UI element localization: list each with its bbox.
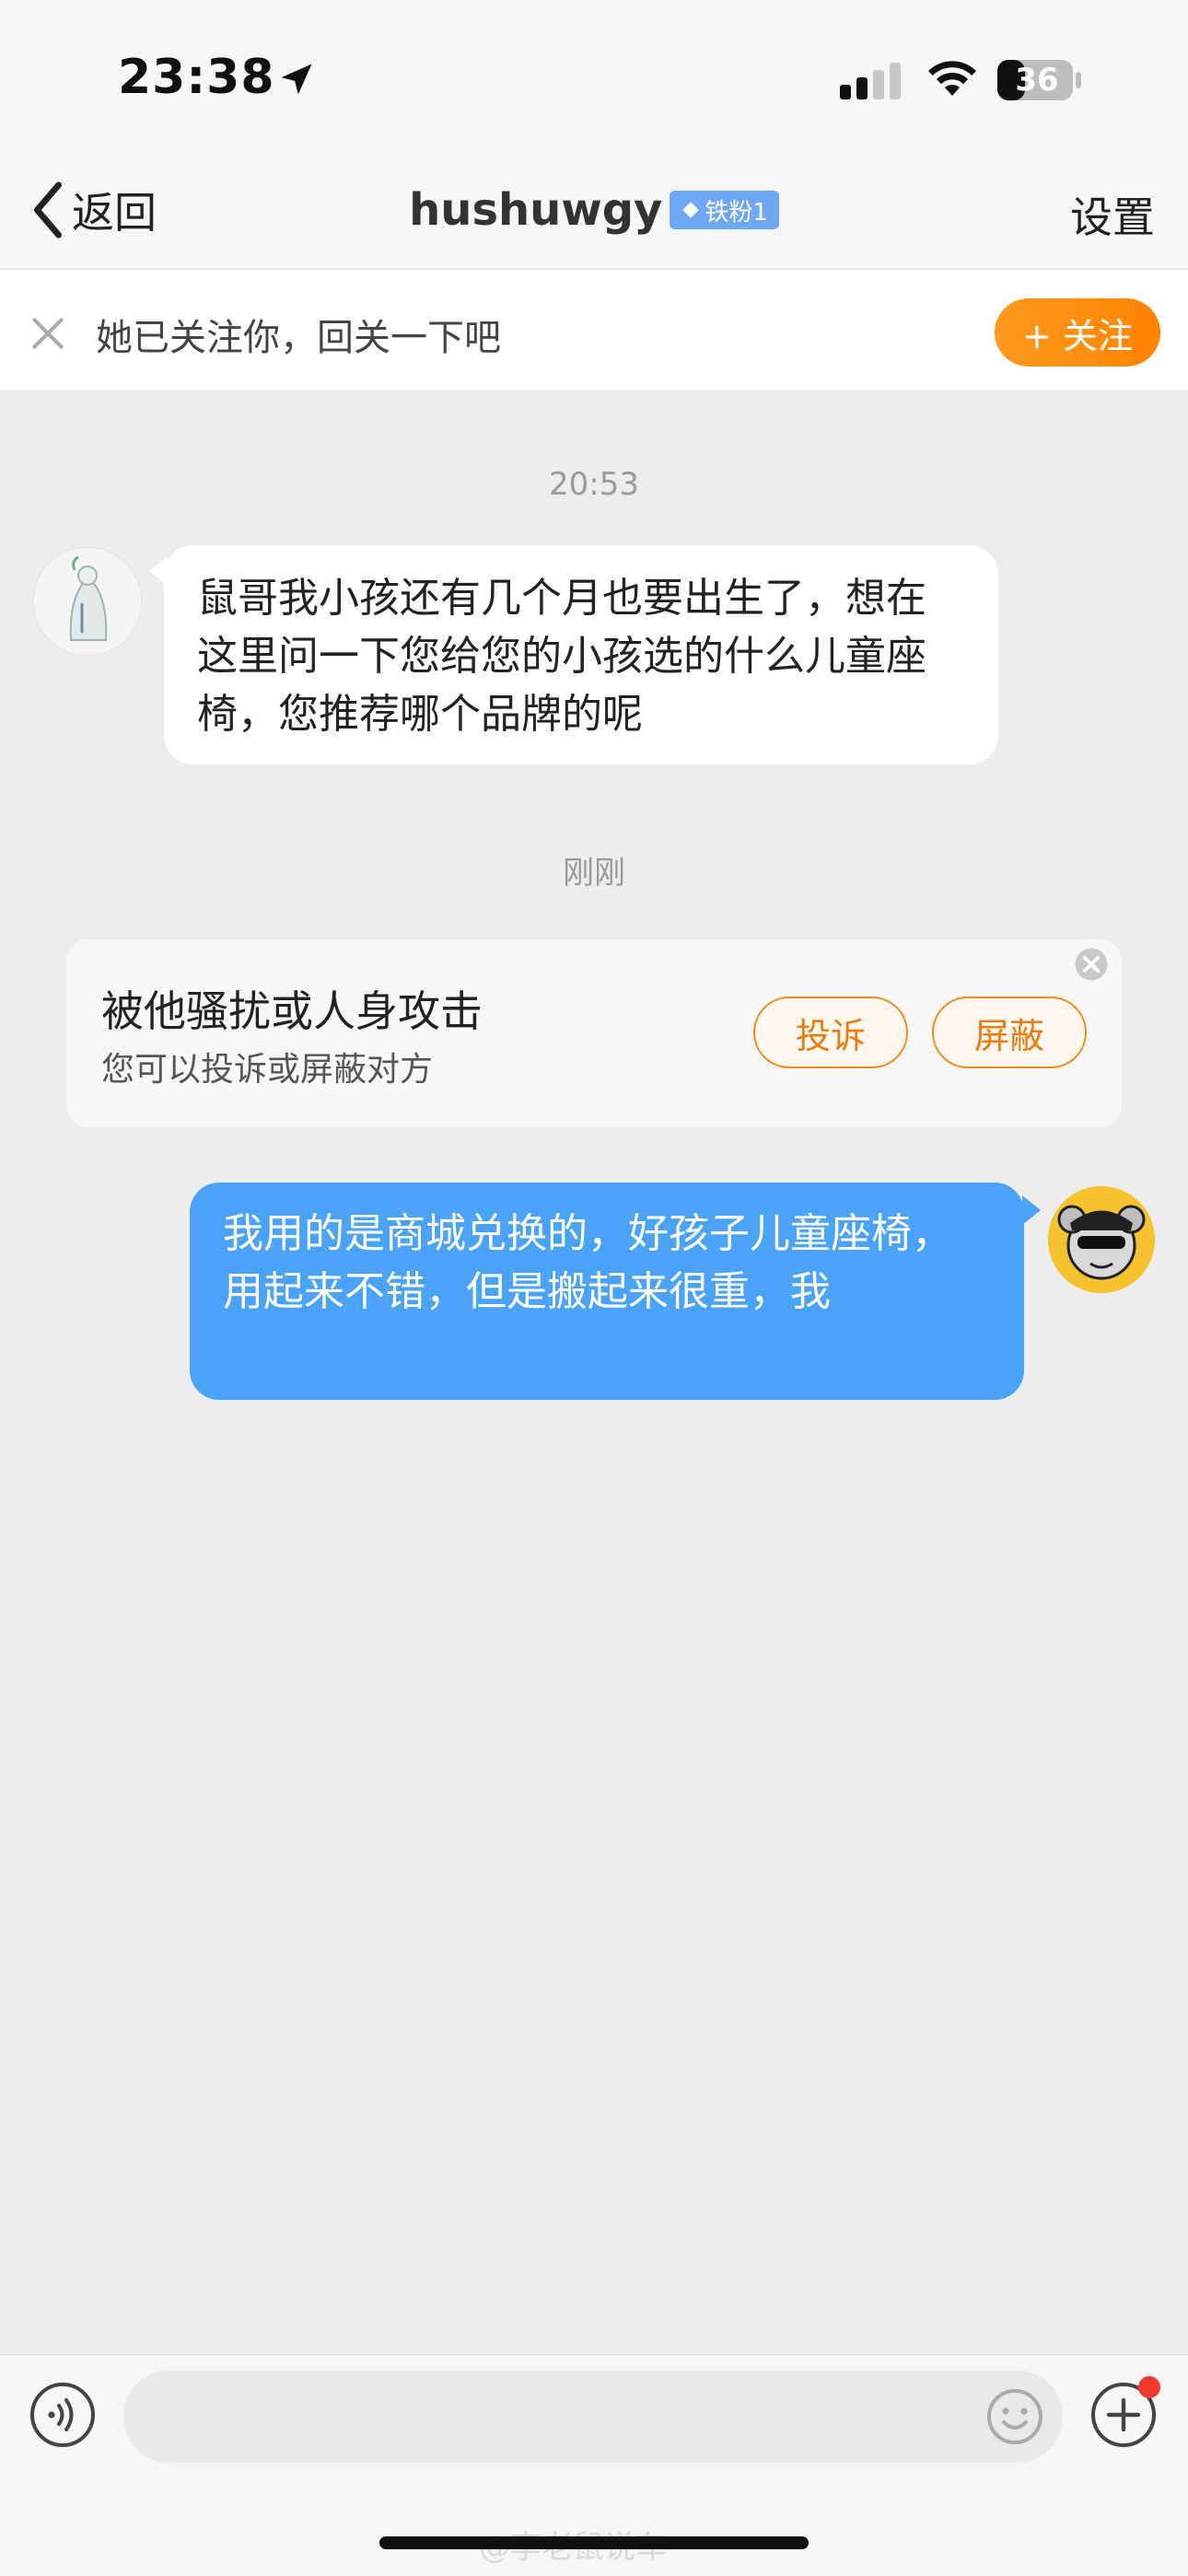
- outgoing-message-bubble[interactable]: 我用的是商城兑换的，好孩子儿童座椅，用起来不错，但是搬起来很重，我: [190, 1183, 1024, 1400]
- chat-title[interactable]: hushuwgy: [409, 184, 662, 236]
- notification-dot: [1138, 2376, 1160, 2398]
- follow-button[interactable]: + 关注: [995, 298, 1160, 367]
- close-icon[interactable]: [1074, 947, 1109, 982]
- avatar[interactable]: [1048, 1186, 1155, 1293]
- home-indicator: [379, 2536, 809, 2549]
- wifi-icon: [928, 61, 976, 96]
- message-input[interactable]: [123, 2371, 1063, 2463]
- user-avatar-image: [1048, 1186, 1155, 1293]
- complain-button[interactable]: 投诉: [753, 997, 908, 1068]
- fan-badge-label: 铁粉1: [705, 198, 768, 227]
- settings-button[interactable]: 设置: [1070, 184, 1155, 245]
- message-timestamp: 刚刚: [563, 855, 625, 892]
- fan-level-badge: 铁粉1: [670, 191, 779, 229]
- diamond-icon: [682, 202, 700, 218]
- status-time: 23:38: [118, 50, 275, 105]
- report-card-description: 您可以投诉或屏蔽对方: [101, 1051, 434, 1089]
- battery-percentage: 36: [1015, 62, 1059, 99]
- avatar[interactable]: [33, 547, 142, 656]
- title-group: hushuwgy 铁粉1: [0, 177, 1188, 243]
- block-button[interactable]: 屏蔽: [932, 997, 1087, 1068]
- emoji-icon[interactable]: [985, 2387, 1044, 2446]
- cellular-signal-icon: [840, 63, 901, 99]
- incoming-message-bubble[interactable]: 鼠哥我小孩还有几个月也要出生了，想在这里问一下您给您的小孩选的什么儿童座椅，您推…: [164, 545, 998, 764]
- follow-prompt-text: 她已关注你，回关一下吧: [96, 317, 501, 359]
- voice-input-icon[interactable]: [29, 2382, 96, 2448]
- bubble-tail: [1022, 1195, 1041, 1225]
- report-card-title: 被他骚扰或人身攻击: [101, 986, 483, 1036]
- message-timestamp: 20:53: [549, 466, 639, 503]
- close-icon[interactable]: [28, 313, 68, 354]
- contact-avatar-image: [34, 548, 141, 655]
- location-arrow-icon: [281, 64, 312, 95]
